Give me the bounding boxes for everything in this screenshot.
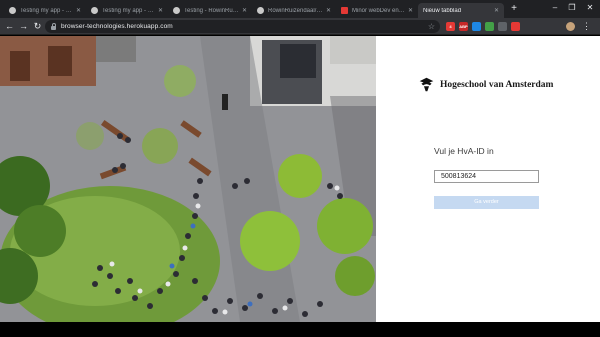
close-icon[interactable]: ✕ (76, 7, 81, 14)
lock-icon (51, 22, 56, 30)
extension-green-icon[interactable] (485, 22, 494, 31)
browser-menu-icon[interactable]: ⋮ (582, 21, 591, 32)
tab-title: RowinRuizendaal/brow... (268, 7, 323, 14)
extension-puzzle-icon[interactable] (498, 22, 507, 31)
login-panel: Hogeschool van Amsterdam Vul je HvA-ID i… (376, 36, 600, 322)
forward-button[interactable]: → (18, 21, 29, 32)
maximize-button[interactable]: ❐ (565, 2, 579, 14)
browser-tab-active[interactable]: Nieuw tabblad ✕ (418, 3, 504, 18)
close-icon[interactable]: ✕ (408, 7, 413, 14)
tab-title: Testing - RowinRuizendaa... (184, 7, 239, 14)
browser-tab[interactable]: Minor webDev enquête ✕ (336, 3, 418, 18)
github-icon (91, 7, 98, 14)
browser-tab[interactable]: Testing my app - Stanli... ✕ (4, 3, 86, 18)
browser-toolbar: ← → ↻ browser-technologies.herokuapp.com… (0, 18, 600, 35)
hva-id-label: Vul je HvA-ID in (434, 146, 494, 156)
tab-title: Testing my app - Stanli... (102, 7, 155, 14)
extension-translate-icon[interactable]: 4 (446, 22, 455, 31)
close-window-button[interactable]: ✕ (583, 2, 597, 14)
address-bar[interactable]: browser-technologies.herokuapp.com ☆ (45, 20, 440, 33)
tab-title: Testing my app - Stanli... (20, 7, 73, 14)
tab-title: Minor webDev enquête (352, 7, 405, 14)
close-icon[interactable]: ✕ (158, 7, 163, 14)
browser-tab[interactable]: Testing - RowinRuizendaa... ✕ (168, 3, 252, 18)
profile-avatar[interactable] (566, 22, 575, 31)
github-icon (173, 7, 180, 14)
back-button[interactable]: ← (4, 21, 15, 32)
hva-logo-icon (419, 77, 434, 92)
browser-tabstrip: Testing my app - Stanli... ✕ Testing my … (0, 0, 600, 18)
minimize-button[interactable]: – (548, 2, 562, 14)
browser-tab[interactable]: RowinRuizendaal/brow... ✕ (252, 3, 336, 18)
close-icon[interactable]: ✕ (242, 7, 247, 14)
bookmark-star-icon[interactable]: ☆ (428, 21, 435, 32)
brand-name: Hogeschool van Amsterdam (440, 79, 554, 90)
courtyard-image (0, 36, 376, 322)
close-icon[interactable]: ✕ (326, 7, 331, 14)
hva-id-input[interactable] (434, 170, 539, 183)
reload-button[interactable]: ↻ (32, 21, 43, 32)
github-icon (257, 7, 264, 14)
bottom-bar (0, 322, 600, 337)
hva-logo: Hogeschool van Amsterdam (418, 76, 553, 93)
extension-adblock-icon[interactable]: ABP (459, 22, 468, 31)
page-viewport: Hogeschool van Amsterdam Vul je HvA-ID i… (0, 36, 600, 322)
address-url[interactable]: browser-technologies.herokuapp.com (61, 23, 173, 30)
new-tab-button[interactable]: + (508, 2, 520, 16)
tab-title: Nieuw tabblad (423, 7, 462, 14)
extension-shield-icon[interactable] (472, 22, 481, 31)
hero-photo (0, 36, 376, 322)
close-icon[interactable]: ✕ (494, 7, 499, 14)
browser-tab[interactable]: Testing my app - Stanli... ✕ (86, 3, 168, 18)
extension-red-icon[interactable] (511, 22, 520, 31)
minor-icon (341, 7, 348, 14)
github-icon (9, 7, 16, 14)
continue-button[interactable]: Ga verder (434, 196, 539, 209)
